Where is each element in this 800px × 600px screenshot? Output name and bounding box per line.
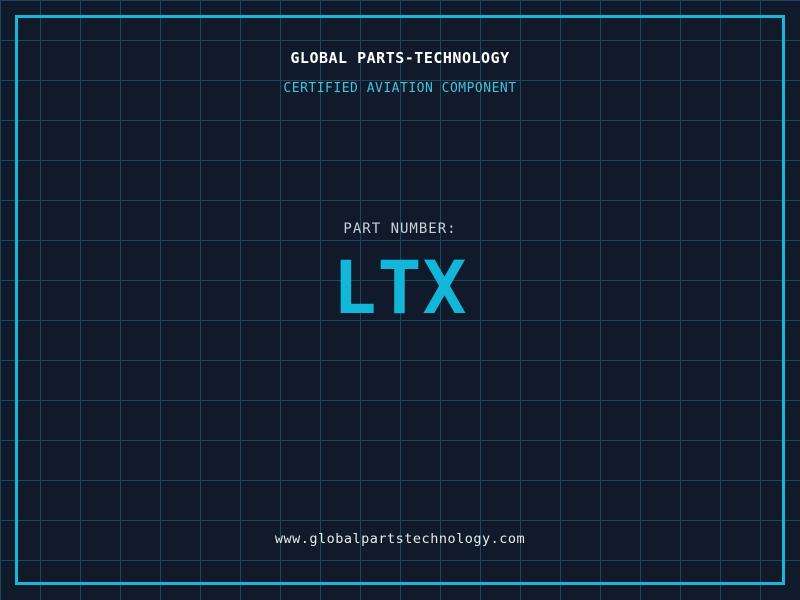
part-number-label: PART NUMBER: [343,221,457,237]
company-name: GLOBAL PARTS-TECHNOLOGY [290,49,510,67]
certification-subtitle: CERTIFIED AVIATION COMPONENT [283,81,517,96]
part-number-value: LTX [332,246,468,331]
blueprint-label: GLOBAL PARTS-TECHNOLOGY CERTIFIED AVIATI… [0,0,800,600]
website-url: www.globalpartstechnology.com [274,531,526,547]
